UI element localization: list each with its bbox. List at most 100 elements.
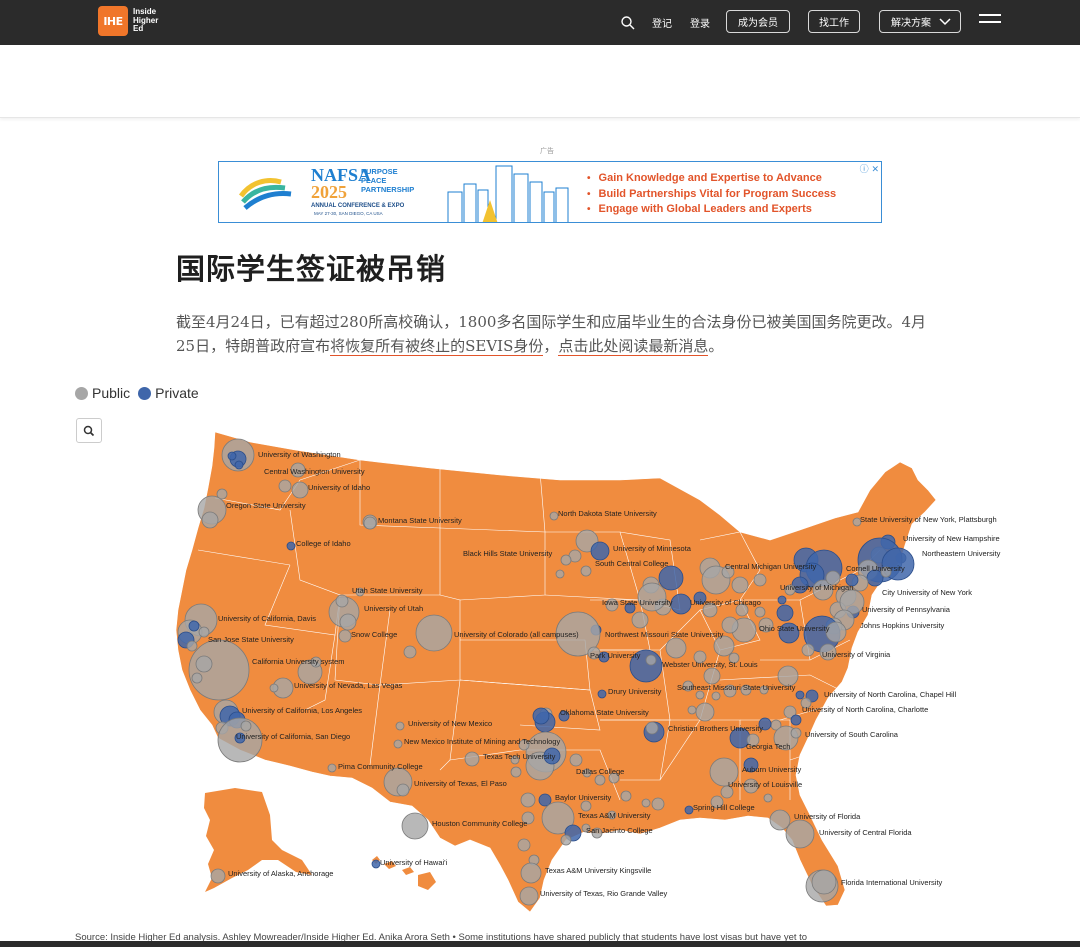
legend-private[interactable]: Private <box>138 385 199 401</box>
ad-tagline-2: PLACE <box>361 176 387 185</box>
private-institution-bubble[interactable] <box>790 714 802 726</box>
public-institution-bubble[interactable] <box>763 793 773 803</box>
public-institution-bubble[interactable] <box>711 691 721 701</box>
register-link[interactable]: 登记 <box>652 15 672 30</box>
public-institution-bubble[interactable] <box>560 834 572 846</box>
public-institution-bubble[interactable] <box>186 640 198 652</box>
private-institution-bubble[interactable] <box>795 690 805 700</box>
private-institution-bubble[interactable] <box>590 541 610 561</box>
public-institution-bubble[interactable] <box>520 792 536 808</box>
public-institution-bubble[interactable] <box>191 672 203 684</box>
private-institution-bubble[interactable] <box>658 565 684 591</box>
public-institution-bubble[interactable] <box>415 614 453 652</box>
public-institution-bubble[interactable] <box>811 869 837 895</box>
public-institution-bubble[interactable] <box>641 798 651 808</box>
public-institution-bubble[interactable] <box>594 774 606 786</box>
public-institution-bubble[interactable] <box>631 611 649 629</box>
public-institution-bubble[interactable] <box>278 479 292 493</box>
public-institution-bubble[interactable] <box>651 797 665 811</box>
public-institution-bubble[interactable] <box>188 639 250 701</box>
private-institution-bubble[interactable] <box>684 805 694 815</box>
login-link[interactable]: 登录 <box>690 15 710 30</box>
latest-news-link[interactable]: 点击此处阅读最新消息 <box>558 337 709 356</box>
public-institution-bubble[interactable] <box>569 753 583 767</box>
public-institution-bubble[interactable] <box>580 800 592 812</box>
institution-label: North Dakota State University <box>558 509 657 518</box>
public-institution-bubble[interactable] <box>645 654 657 666</box>
private-institution-bubble[interactable] <box>776 604 794 622</box>
public-institution-bubble[interactable] <box>396 783 410 797</box>
public-institution-bubble[interactable] <box>713 635 735 657</box>
us-map[interactable]: University of Washington Central Washingt… <box>0 420 1080 925</box>
logo-wordmark[interactable]: Inside Higher Ed <box>133 7 158 34</box>
private-institution-bubble[interactable] <box>234 460 244 470</box>
public-institution-bubble[interactable] <box>520 862 542 884</box>
private-institution-bubble[interactable] <box>670 593 692 615</box>
public-institution-bubble[interactable] <box>201 511 219 529</box>
public-institution-bubble[interactable] <box>695 702 715 722</box>
public-institution-bubble[interactable] <box>555 569 565 579</box>
institution-label: Florida International University <box>841 878 943 887</box>
ad-conference: ANNUAL CONFERENCE & EXPO <box>311 203 405 209</box>
ad-close-icon[interactable]: ⓘ ✕ <box>860 162 879 175</box>
public-institution-bubble[interactable] <box>620 790 632 802</box>
public-institution-bubble[interactable] <box>338 629 352 643</box>
public-institution-bubble[interactable] <box>335 594 349 608</box>
institution-label: Northeastern University <box>922 549 1001 558</box>
institution-label: San Jacinto College <box>586 826 653 835</box>
solutions-dropdown[interactable]: 解决方案 <box>879 10 961 33</box>
ihe-logo[interactable]: IHE <box>98 6 128 36</box>
public-institution-bubble[interactable] <box>195 655 213 673</box>
institution-label: Ohio State University <box>759 624 830 633</box>
public-institution-bubble[interactable] <box>403 645 417 659</box>
private-institution-bubble[interactable] <box>371 859 381 869</box>
private-institution-bubble[interactable] <box>532 707 550 725</box>
public-institution-bubble[interactable] <box>464 751 480 767</box>
public-institution-bubble[interactable] <box>393 739 403 749</box>
public-institution-bubble[interactable] <box>665 637 687 659</box>
public-institution-bubble[interactable] <box>549 511 559 521</box>
public-institution-bubble[interactable] <box>785 819 815 849</box>
become-member-button[interactable]: 成为会员 <box>726 10 790 33</box>
public-institution-bubble[interactable] <box>517 838 531 852</box>
private-institution-bubble[interactable] <box>227 451 237 461</box>
public-institution-bubble[interactable] <box>363 516 377 530</box>
public-institution-bubble[interactable] <box>401 812 429 840</box>
public-institution-bubble[interactable] <box>560 554 572 566</box>
private-institution-bubble[interactable] <box>597 689 607 699</box>
public-institution-bubble[interactable] <box>687 705 697 715</box>
public-institution-bubble[interactable] <box>801 643 815 657</box>
institution-label: University of North Carolina, Chapel Hil… <box>824 690 956 699</box>
restore-sevis-link[interactable]: 将恢复所有被终止的SEVIS身份 <box>330 337 544 356</box>
public-institution-bubble[interactable] <box>731 576 749 594</box>
public-institution-bubble[interactable] <box>703 667 721 685</box>
public-institution-bubble[interactable] <box>580 565 592 577</box>
private-institution-bubble[interactable] <box>286 541 296 551</box>
public-institution-bubble[interactable] <box>721 616 739 634</box>
public-institution-bubble[interactable] <box>645 721 659 735</box>
public-institution-bubble[interactable] <box>790 727 802 739</box>
public-institution-bubble[interactable] <box>240 720 252 732</box>
ad-tagline-3: PARTNERSHIP <box>361 185 415 194</box>
public-institution-bubble[interactable] <box>291 481 309 499</box>
public-institution-bubble[interactable] <box>769 809 791 831</box>
public-institution-bubble[interactable] <box>695 690 705 700</box>
public-institution-bubble[interactable] <box>210 868 226 884</box>
public-institution-bubble[interactable] <box>753 573 767 587</box>
public-institution-bubble[interactable] <box>395 721 405 731</box>
private-institution-bubble[interactable] <box>188 620 200 632</box>
institution-label: University of Virginia <box>822 650 891 659</box>
menu-icon[interactable] <box>979 14 1001 28</box>
public-institution-bubble[interactable] <box>327 763 337 773</box>
private-institution-bubble[interactable] <box>777 595 787 605</box>
public-institution-bubble[interactable] <box>519 886 539 906</box>
find-job-button[interactable]: 找工作 <box>808 10 860 33</box>
legend-public[interactable]: Public <box>75 385 130 401</box>
public-institution-bubble[interactable] <box>339 613 357 631</box>
ad-banner[interactable]: NAFSA 2025 PURPOSE PLACE PARTNERSHIP ANN… <box>218 161 882 223</box>
search-icon[interactable] <box>620 15 636 31</box>
public-institution-bubble[interactable] <box>754 606 766 618</box>
public-institution-bubble[interactable] <box>510 766 522 778</box>
logo-word-3: Ed <box>133 24 144 33</box>
public-institution-bubble[interactable] <box>269 683 279 693</box>
